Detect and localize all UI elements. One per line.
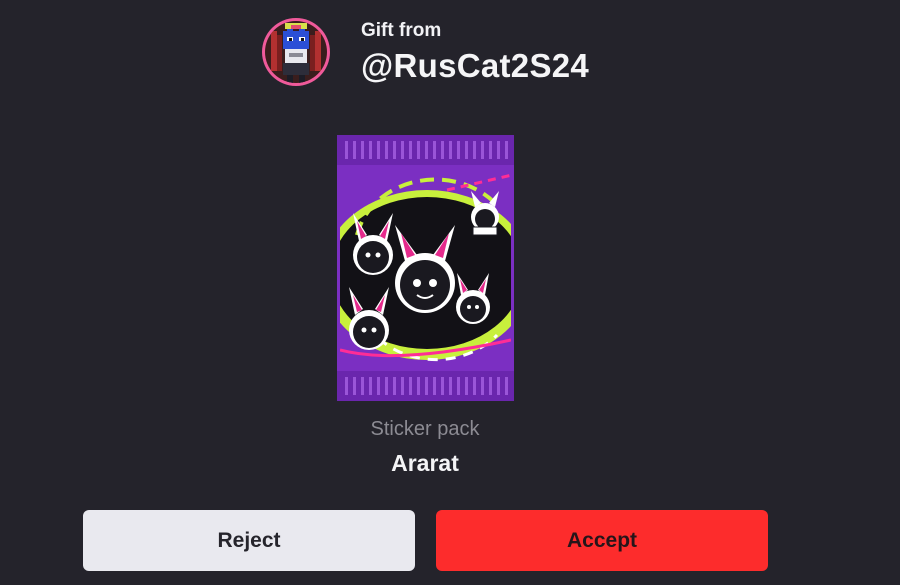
item-name: Ararat: [391, 450, 459, 476]
gift-sender: Gift from @RusCat2S24: [262, 18, 589, 86]
accept-button[interactable]: Accept: [436, 510, 768, 571]
sticker-pack-image: [337, 135, 514, 401]
gift-screen: Gift from @RusCat2S24 Sticker pack Arara…: [0, 0, 900, 585]
pixel-cat-avatar-icon: [265, 21, 327, 83]
item-type-label: Sticker pack: [370, 418, 480, 440]
sender-text: Gift from @RusCat2S24: [361, 18, 589, 86]
sender-username: @RusCat2S24: [361, 47, 590, 84]
gift-from-label: Gift from: [361, 20, 442, 41]
sticker-pack-artwork-icon: [337, 135, 514, 401]
sender-avatar: [262, 18, 330, 86]
reject-button[interactable]: Reject: [83, 510, 415, 571]
